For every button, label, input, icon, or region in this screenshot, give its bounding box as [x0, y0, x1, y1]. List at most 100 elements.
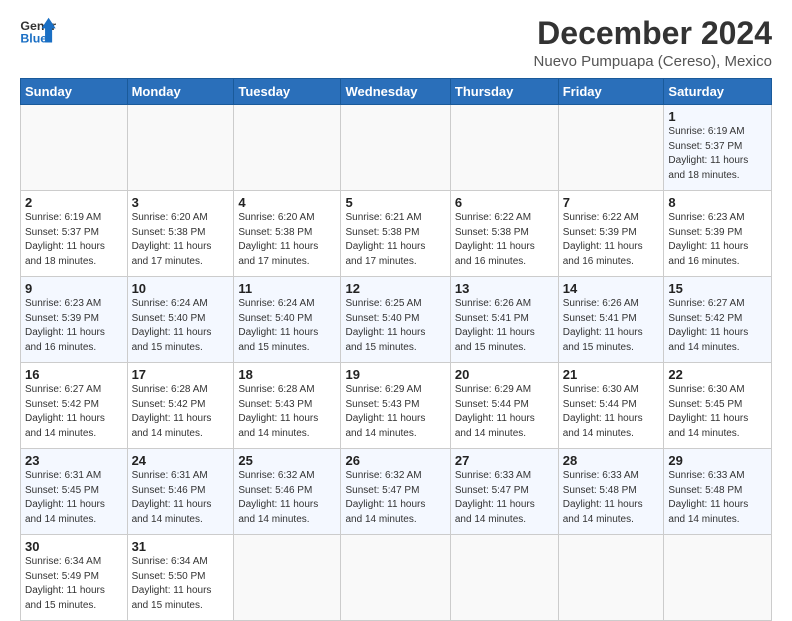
page: General Blue December 2024 Nuevo Pumpuap… — [0, 0, 792, 612]
calendar-header-row: Sunday Monday Tuesday Wednesday Thursday… — [21, 79, 772, 105]
table-row: 1Sunrise: 6:19 AM Sunset: 5:37 PM Daylig… — [664, 105, 772, 191]
day-detail: Sunrise: 6:19 AM Sunset: 5:37 PM Dayligh… — [25, 211, 123, 269]
day-number: 7 — [563, 195, 660, 210]
day-number: 12 — [345, 281, 445, 296]
day-number: 14 — [563, 281, 660, 296]
day-number: 20 — [455, 367, 554, 382]
day-detail: Sunrise: 6:28 AM Sunset: 5:43 PM Dayligh… — [238, 383, 336, 441]
table-row: 28Sunrise: 6:33 AM Sunset: 5:48 PM Dayli… — [558, 449, 664, 535]
day-number: 31 — [132, 539, 230, 554]
day-number: 24 — [132, 453, 230, 468]
table-row: 19Sunrise: 6:29 AM Sunset: 5:43 PM Dayli… — [341, 363, 450, 449]
calendar-week-row: 9Sunrise: 6:23 AM Sunset: 5:39 PM Daylig… — [21, 277, 772, 363]
subtitle: Nuevo Pumpuapa (Cereso), Mexico — [534, 53, 772, 70]
table-row: 4Sunrise: 6:20 AM Sunset: 5:38 PM Daylig… — [234, 191, 341, 277]
day-number: 17 — [132, 367, 230, 382]
day-detail: Sunrise: 6:21 AM Sunset: 5:38 PM Dayligh… — [345, 211, 445, 269]
table-row — [558, 535, 664, 621]
calendar-table: Sunday Monday Tuesday Wednesday Thursday… — [20, 78, 772, 621]
table-row: 9Sunrise: 6:23 AM Sunset: 5:39 PM Daylig… — [21, 277, 128, 363]
day-detail: Sunrise: 6:27 AM Sunset: 5:42 PM Dayligh… — [668, 297, 767, 355]
main-title: December 2024 — [534, 16, 772, 51]
day-number: 5 — [345, 195, 445, 210]
col-tuesday: Tuesday — [234, 79, 341, 105]
day-number: 29 — [668, 453, 767, 468]
day-number: 18 — [238, 367, 336, 382]
col-wednesday: Wednesday — [341, 79, 450, 105]
day-detail: Sunrise: 6:29 AM Sunset: 5:44 PM Dayligh… — [455, 383, 554, 441]
day-number: 4 — [238, 195, 336, 210]
table-row — [664, 535, 772, 621]
logo: General Blue — [20, 16, 56, 46]
table-row — [234, 105, 341, 191]
table-row: 20Sunrise: 6:29 AM Sunset: 5:44 PM Dayli… — [450, 363, 558, 449]
table-row: 18Sunrise: 6:28 AM Sunset: 5:43 PM Dayli… — [234, 363, 341, 449]
table-row: 3Sunrise: 6:20 AM Sunset: 5:38 PM Daylig… — [127, 191, 234, 277]
header: General Blue December 2024 Nuevo Pumpuap… — [20, 16, 772, 70]
day-detail: Sunrise: 6:33 AM Sunset: 5:48 PM Dayligh… — [668, 469, 767, 527]
day-number: 13 — [455, 281, 554, 296]
table-row: 21Sunrise: 6:30 AM Sunset: 5:44 PM Dayli… — [558, 363, 664, 449]
day-detail: Sunrise: 6:22 AM Sunset: 5:38 PM Dayligh… — [455, 211, 554, 269]
day-detail: Sunrise: 6:28 AM Sunset: 5:42 PM Dayligh… — [132, 383, 230, 441]
day-detail: Sunrise: 6:24 AM Sunset: 5:40 PM Dayligh… — [132, 297, 230, 355]
day-detail: Sunrise: 6:27 AM Sunset: 5:42 PM Dayligh… — [25, 383, 123, 441]
table-row: 14Sunrise: 6:26 AM Sunset: 5:41 PM Dayli… — [558, 277, 664, 363]
day-detail: Sunrise: 6:33 AM Sunset: 5:47 PM Dayligh… — [455, 469, 554, 527]
table-row: 23Sunrise: 6:31 AM Sunset: 5:45 PM Dayli… — [21, 449, 128, 535]
calendar-week-row: 2Sunrise: 6:19 AM Sunset: 5:37 PM Daylig… — [21, 191, 772, 277]
day-number: 26 — [345, 453, 445, 468]
calendar-week-row: 16Sunrise: 6:27 AM Sunset: 5:42 PM Dayli… — [21, 363, 772, 449]
table-row: 16Sunrise: 6:27 AM Sunset: 5:42 PM Dayli… — [21, 363, 128, 449]
table-row — [21, 105, 128, 191]
table-row: 13Sunrise: 6:26 AM Sunset: 5:41 PM Dayli… — [450, 277, 558, 363]
day-detail: Sunrise: 6:26 AM Sunset: 5:41 PM Dayligh… — [455, 297, 554, 355]
day-number: 16 — [25, 367, 123, 382]
table-row — [234, 535, 341, 621]
day-number: 6 — [455, 195, 554, 210]
table-row — [450, 535, 558, 621]
table-row: 26Sunrise: 6:32 AM Sunset: 5:47 PM Dayli… — [341, 449, 450, 535]
table-row: 29Sunrise: 6:33 AM Sunset: 5:48 PM Dayli… — [664, 449, 772, 535]
day-number: 28 — [563, 453, 660, 468]
col-thursday: Thursday — [450, 79, 558, 105]
col-monday: Monday — [127, 79, 234, 105]
calendar-week-row: 1Sunrise: 6:19 AM Sunset: 5:37 PM Daylig… — [21, 105, 772, 191]
table-row: 11Sunrise: 6:24 AM Sunset: 5:40 PM Dayli… — [234, 277, 341, 363]
table-row: 24Sunrise: 6:31 AM Sunset: 5:46 PM Dayli… — [127, 449, 234, 535]
table-row — [558, 105, 664, 191]
day-detail: Sunrise: 6:29 AM Sunset: 5:43 PM Dayligh… — [345, 383, 445, 441]
table-row: 17Sunrise: 6:28 AM Sunset: 5:42 PM Dayli… — [127, 363, 234, 449]
table-row: 25Sunrise: 6:32 AM Sunset: 5:46 PM Dayli… — [234, 449, 341, 535]
table-row: 6Sunrise: 6:22 AM Sunset: 5:38 PM Daylig… — [450, 191, 558, 277]
day-detail: Sunrise: 6:34 AM Sunset: 5:50 PM Dayligh… — [132, 555, 230, 613]
table-row: 8Sunrise: 6:23 AM Sunset: 5:39 PM Daylig… — [664, 191, 772, 277]
day-number: 25 — [238, 453, 336, 468]
day-number: 3 — [132, 195, 230, 210]
day-number: 11 — [238, 281, 336, 296]
col-sunday: Sunday — [21, 79, 128, 105]
calendar-week-row: 23Sunrise: 6:31 AM Sunset: 5:45 PM Dayli… — [21, 449, 772, 535]
day-number: 27 — [455, 453, 554, 468]
table-row: 27Sunrise: 6:33 AM Sunset: 5:47 PM Dayli… — [450, 449, 558, 535]
day-detail: Sunrise: 6:33 AM Sunset: 5:48 PM Dayligh… — [563, 469, 660, 527]
day-detail: Sunrise: 6:31 AM Sunset: 5:45 PM Dayligh… — [25, 469, 123, 527]
day-detail: Sunrise: 6:32 AM Sunset: 5:46 PM Dayligh… — [238, 469, 336, 527]
day-number: 8 — [668, 195, 767, 210]
day-detail: Sunrise: 6:19 AM Sunset: 5:37 PM Dayligh… — [668, 125, 767, 183]
day-detail: Sunrise: 6:22 AM Sunset: 5:39 PM Dayligh… — [563, 211, 660, 269]
table-row: 7Sunrise: 6:22 AM Sunset: 5:39 PM Daylig… — [558, 191, 664, 277]
table-row: 2Sunrise: 6:19 AM Sunset: 5:37 PM Daylig… — [21, 191, 128, 277]
calendar-week-row: 30Sunrise: 6:34 AM Sunset: 5:49 PM Dayli… — [21, 535, 772, 621]
table-row: 5Sunrise: 6:21 AM Sunset: 5:38 PM Daylig… — [341, 191, 450, 277]
day-detail: Sunrise: 6:23 AM Sunset: 5:39 PM Dayligh… — [25, 297, 123, 355]
day-number: 1 — [668, 109, 767, 124]
table-row — [450, 105, 558, 191]
day-detail: Sunrise: 6:23 AM Sunset: 5:39 PM Dayligh… — [668, 211, 767, 269]
table-row: 22Sunrise: 6:30 AM Sunset: 5:45 PM Dayli… — [664, 363, 772, 449]
logo-icon: General Blue — [20, 16, 56, 46]
table-row: 15Sunrise: 6:27 AM Sunset: 5:42 PM Dayli… — [664, 277, 772, 363]
day-detail: Sunrise: 6:20 AM Sunset: 5:38 PM Dayligh… — [132, 211, 230, 269]
day-detail: Sunrise: 6:30 AM Sunset: 5:45 PM Dayligh… — [668, 383, 767, 441]
col-friday: Friday — [558, 79, 664, 105]
